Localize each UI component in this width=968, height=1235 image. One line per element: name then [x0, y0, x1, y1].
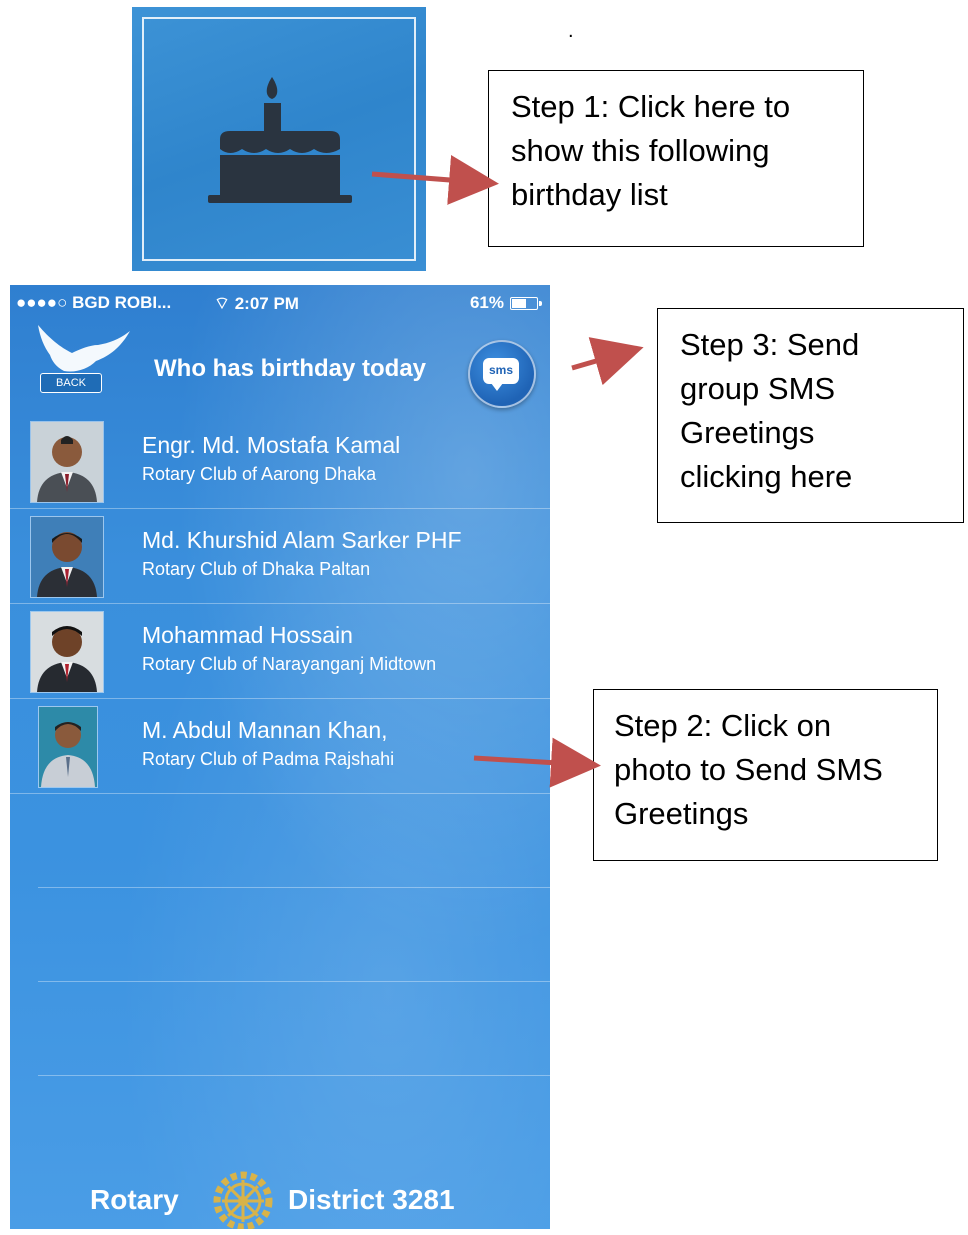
- step1-callout: Step 1: Click here to show this followin…: [488, 70, 864, 247]
- back-label: BACK: [40, 373, 102, 393]
- step3-line: clicking here: [680, 459, 853, 495]
- step3-line: Step 3: Send: [680, 327, 860, 362]
- wifi-icon: ⌔: [214, 294, 230, 313]
- member-photo[interactable]: [38, 706, 98, 788]
- page-title: Who has birthday today: [154, 355, 427, 382]
- footer: Rotary District 3281: [10, 1171, 550, 1229]
- rotary-wheel-icon: [213, 1171, 273, 1229]
- member-name: Engr. Md. Mostafa Kamal: [142, 432, 401, 458]
- list-item[interactable]: M. Abdul Mannan Khan, Rotary Club of Pad…: [10, 699, 550, 794]
- step3-arrow: [571, 337, 644, 386]
- dove-icon: [38, 325, 130, 372]
- caption-dot: .: [568, 20, 574, 42]
- back-button[interactable]: BACK: [32, 321, 132, 395]
- battery-status: 61%: [469, 293, 542, 313]
- status-bar: ●●●●○ BGD ROBI... ⌔ 2:07 PM 61%: [10, 285, 550, 321]
- member-name: M. Abdul Mannan Khan,: [142, 717, 388, 743]
- member-photo[interactable]: [30, 421, 104, 503]
- list-separator: [38, 1075, 550, 1076]
- step2-callout: Step 2: Click on photo to Send SMS Greet…: [593, 689, 938, 861]
- member-photo[interactable]: [30, 611, 104, 693]
- phone-screen: ●●●●○ BGD ROBI... ⌔ 2:07 PM 61% BACK Who…: [10, 285, 550, 1229]
- footer-district-label: District 3281: [288, 1184, 455, 1215]
- birthday-cake-icon: [208, 77, 352, 203]
- sms-icon: sms: [483, 358, 519, 391]
- member-club: Rotary Club of Aarong Dhaka: [142, 464, 377, 484]
- battery-percent: 61%: [469, 293, 504, 312]
- member-name: Mohammad Hossain: [142, 622, 353, 648]
- member-name: Md. Khurshid Alam Sarker PHF: [142, 527, 462, 553]
- list-item[interactable]: Md. Khurshid Alam Sarker PHF Rotary Club…: [10, 509, 550, 604]
- step3-line: group SMS: [680, 371, 836, 407]
- time-text: 2:07 PM: [234, 294, 299, 313]
- battery-icon: [510, 296, 542, 310]
- list-separator: [38, 887, 550, 888]
- person-icon: [31, 422, 103, 502]
- member-photo[interactable]: [30, 516, 104, 598]
- list-item[interactable]: Engr. Md. Mostafa Kamal Rotary Club of A…: [10, 414, 550, 509]
- birthday-tile-button[interactable]: [132, 7, 426, 271]
- person-icon: [31, 517, 103, 597]
- person-icon: [31, 612, 103, 692]
- list-separator: [38, 981, 550, 982]
- footer-rotary-label: Rotary: [90, 1184, 179, 1215]
- step1-line: Step 1: Click here to: [511, 89, 791, 124]
- group-sms-button[interactable]: sms: [468, 340, 536, 408]
- person-icon: [39, 707, 97, 787]
- step2-line: Step 2: Click on: [614, 708, 832, 743]
- step2-line: photo to Send SMS: [614, 752, 883, 788]
- step3-callout: Step 3: Send group SMS Greetings clickin…: [657, 308, 964, 523]
- birthday-list: Engr. Md. Mostafa Kamal Rotary Club of A…: [10, 414, 550, 794]
- step2-line: Greetings: [614, 796, 749, 832]
- carrier-label: ●●●●○ BGD ROBI...: [16, 293, 172, 312]
- step1-line: birthday list: [511, 177, 668, 213]
- member-club: Rotary Club of Dhaka Paltan: [142, 559, 371, 579]
- step3-line: Greetings: [680, 415, 815, 451]
- member-club: Rotary Club of Narayanganj Midtown: [142, 654, 437, 674]
- time-label: ⌔ 2:07 PM: [214, 293, 299, 314]
- list-item[interactable]: Mohammad Hossain Rotary Club of Narayang…: [10, 604, 550, 699]
- member-club: Rotary Club of Padma Rajshahi: [142, 749, 395, 769]
- step1-line: show this following: [511, 133, 770, 169]
